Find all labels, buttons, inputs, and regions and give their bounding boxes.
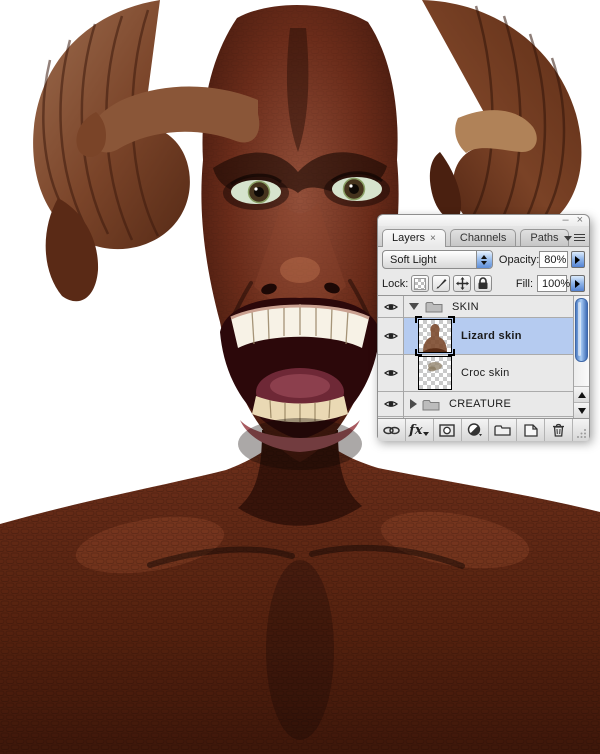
- transparency-checker-icon: [414, 277, 427, 290]
- scrollbar[interactable]: [573, 296, 589, 418]
- screenshot-stage: – × Layers × Channels Paths Soft Light O…: [0, 0, 600, 754]
- tab-close-icon[interactable]: ×: [430, 233, 436, 244]
- layer-styles-button[interactable]: fx: [406, 419, 434, 441]
- folder-icon: [422, 399, 440, 410]
- fill-value: 100%: [542, 277, 571, 290]
- new-group-button[interactable]: [489, 419, 518, 441]
- flyout-lines-icon: [574, 234, 585, 243]
- lock-row: Lock: Fill: 100%: [378, 271, 589, 296]
- fill-label: Fill:: [515, 277, 533, 290]
- scrollbar-track[interactable]: [574, 296, 589, 386]
- add-layer-mask-button[interactable]: [434, 419, 462, 441]
- resize-grip-icon: [577, 429, 587, 438]
- lizard-skin-thumbnail-art: [423, 324, 447, 352]
- opacity-slider-button[interactable]: [570, 251, 585, 268]
- fx-icon: fx: [409, 424, 430, 437]
- layer-mask-icon: [439, 423, 455, 437]
- blend-row: Soft Light Opacity: 80%: [378, 247, 589, 271]
- lock-transparency-button[interactable]: [411, 275, 430, 292]
- new-adjustment-layer-button[interactable]: [462, 419, 490, 441]
- eye-icon: [383, 303, 398, 310]
- minimize-button[interactable]: –: [562, 215, 568, 226]
- layer-row-skin-group[interactable]: SKIN: [378, 296, 574, 318]
- right-triangle-icon: [575, 255, 581, 264]
- tab-layers-label: Layers: [392, 232, 426, 244]
- lock-label: Lock:: [382, 277, 409, 290]
- lock-position-button[interactable]: [453, 275, 472, 292]
- opacity-label: Opacity:: [498, 253, 540, 266]
- panel-menu-icon[interactable]: [564, 234, 585, 243]
- tab-channels[interactable]: Channels: [449, 229, 517, 246]
- new-layer-icon: [524, 423, 538, 437]
- selection-corner: [415, 349, 422, 356]
- tab-channels-label: Channels: [459, 232, 507, 244]
- opacity-field[interactable]: 80%: [539, 251, 568, 268]
- fill-field[interactable]: 100%: [537, 275, 571, 292]
- layers-panel: – × Layers × Channels Paths Soft Light O…: [377, 214, 590, 441]
- trash-icon: [553, 423, 565, 437]
- croc-skin-thumbnail-art: [428, 362, 442, 372]
- padlock-icon: [478, 277, 488, 289]
- blend-mode-dropdown[interactable]: Soft Light: [382, 250, 493, 269]
- layer-row-lizard-skin[interactable]: Lizard skin: [378, 316, 574, 356]
- visibility-cell[interactable]: [378, 392, 403, 416]
- move-icon: [455, 277, 469, 290]
- scroll-down-button[interactable]: [574, 402, 589, 418]
- selection-corner: [415, 316, 422, 323]
- down-arrow-icon: [577, 407, 586, 414]
- scrollbar-thumb[interactable]: [575, 298, 588, 362]
- right-triangle-icon: [575, 279, 580, 288]
- layer-thumbnail[interactable]: [418, 356, 452, 390]
- lock-image-button[interactable]: [432, 275, 451, 292]
- panel-toolbar: fx: [378, 418, 589, 441]
- adjustment-layer-icon: [467, 423, 482, 437]
- layer-list: SKIN Lizard skin Croc skin CREATURE: [378, 296, 589, 418]
- tab-layers[interactable]: Layers ×: [382, 229, 446, 247]
- brush-icon: [436, 279, 447, 289]
- layer-thumbnail[interactable]: [415, 316, 455, 356]
- layer-row-creature-group[interactable]: CREATURE: [378, 392, 574, 417]
- collapse-triangle-icon[interactable]: [409, 303, 419, 310]
- link-layers-button[interactable]: [378, 419, 406, 441]
- blend-mode-value: Soft Light: [390, 253, 437, 266]
- selection-corner: [448, 316, 455, 323]
- scroll-up-button[interactable]: [574, 386, 589, 402]
- dropdown-stepper-icon: [475, 251, 492, 268]
- lock-all-button[interactable]: [474, 275, 493, 292]
- eye-icon: [383, 401, 398, 407]
- link-icon: [383, 426, 400, 434]
- layer-name: Lizard skin: [461, 330, 522, 342]
- fill-slider-button[interactable]: [570, 275, 585, 292]
- eye-column-divider: [403, 296, 404, 418]
- resize-grip[interactable]: [573, 419, 589, 441]
- layer-row-croc-skin[interactable]: Croc skin: [378, 355, 574, 392]
- expand-triangle-icon[interactable]: [410, 399, 417, 409]
- close-button[interactable]: ×: [577, 215, 583, 226]
- up-arrow-icon: [577, 391, 586, 398]
- tab-paths[interactable]: Paths: [520, 229, 569, 246]
- visibility-cell[interactable]: [378, 355, 403, 391]
- tab-paths-label: Paths: [530, 232, 559, 244]
- delete-layer-button[interactable]: [545, 419, 574, 441]
- visibility-cell[interactable]: [378, 296, 403, 317]
- panel-tabstrip: Layers × Channels Paths: [378, 226, 589, 247]
- layer-name: Croc skin: [461, 367, 510, 379]
- visibility-cell[interactable]: [378, 318, 403, 354]
- group-name: SKIN: [452, 300, 479, 313]
- eye-icon: [383, 370, 398, 376]
- flyout-triangle-icon: [564, 236, 572, 241]
- folder-icon: [425, 302, 443, 313]
- opacity-value: 80%: [544, 253, 567, 266]
- new-group-icon: [494, 425, 512, 436]
- group-name: CREATURE: [449, 398, 512, 410]
- new-layer-button[interactable]: [517, 419, 546, 441]
- panel-titlebar: – ×: [378, 215, 589, 226]
- selection-corner: [448, 349, 455, 356]
- eye-icon: [383, 333, 398, 339]
